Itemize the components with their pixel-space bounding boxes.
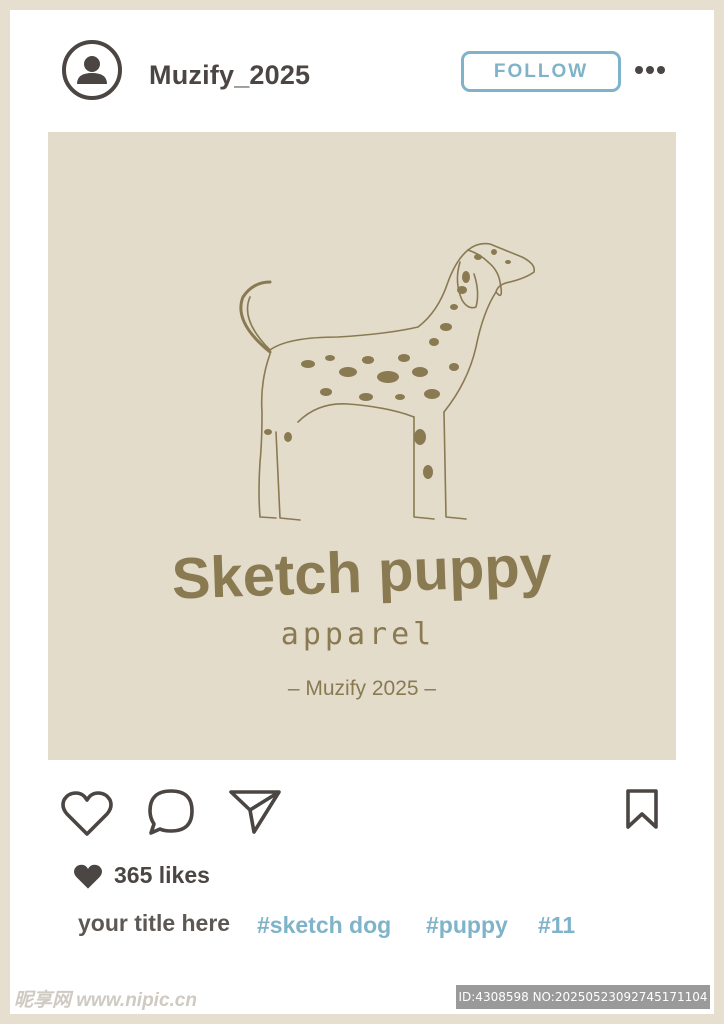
- user-avatar-icon[interactable]: [62, 40, 122, 100]
- image-id-bar: ID:4308598 NO:20250523092745171104: [456, 985, 710, 1009]
- username[interactable]: Muzify_2025: [149, 60, 310, 91]
- post-subtitle: apparel: [281, 617, 435, 652]
- paper-plane-icon[interactable]: [228, 788, 282, 836]
- heart-filled-icon: [74, 864, 102, 889]
- bookmark-icon[interactable]: [624, 788, 660, 830]
- dalmatian-spots: [264, 249, 511, 479]
- heart-outline-icon[interactable]: [60, 790, 114, 838]
- more-dots-icon[interactable]: [634, 62, 666, 78]
- hashtag-puppy[interactable]: #puppy: [426, 912, 508, 939]
- post-credit: – Muzify 2025 –: [288, 677, 437, 700]
- post-card: Muzify_2025 FOLLOW Sketch puppy apparel …: [10, 10, 714, 1014]
- caption-title: your title here: [78, 910, 231, 936]
- likes-count[interactable]: 365 likes: [114, 862, 210, 889]
- watermark-text: 昵享网 www.nipic.cn: [14, 990, 197, 1011]
- post-title: Sketch puppy: [171, 533, 553, 611]
- comment-bubble-icon[interactable]: [146, 787, 196, 837]
- hashtag-11[interactable]: #11: [538, 912, 575, 939]
- follow-button[interactable]: FOLLOW: [461, 51, 621, 92]
- post-image[interactable]: Sketch puppy apparel – Muzify 2025 –: [48, 132, 676, 760]
- hashtag-sketch-dog[interactable]: #sketch dog: [257, 912, 391, 939]
